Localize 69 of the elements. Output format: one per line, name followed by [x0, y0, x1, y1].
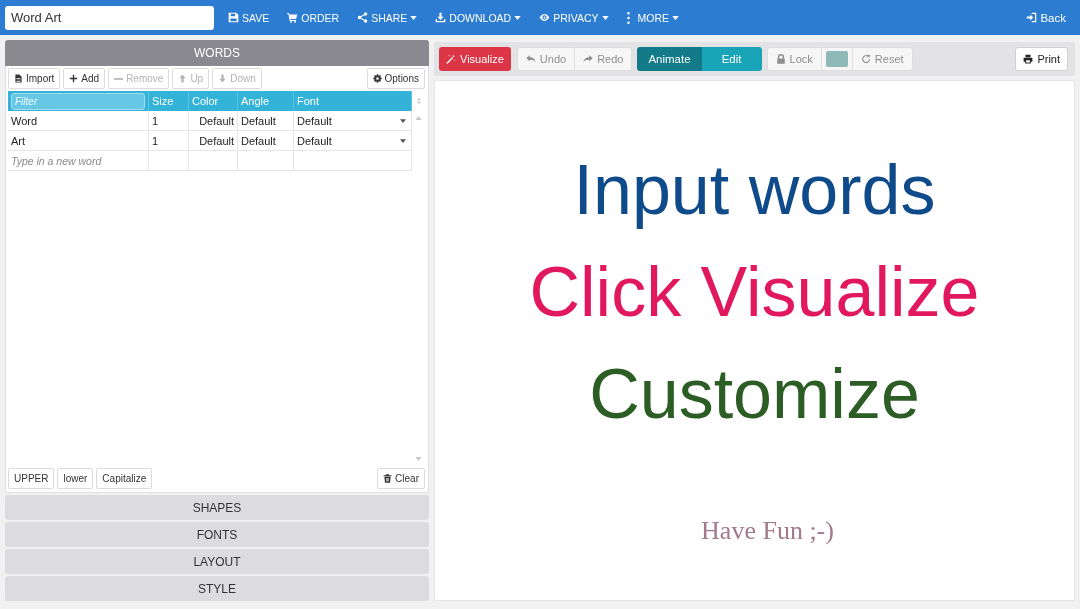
clear-button[interactable]: Clear [377, 468, 425, 489]
caret-icon [514, 15, 522, 20]
file-icon [14, 74, 23, 83]
table-cell: Default [189, 111, 238, 130]
canvas-text: Click Visualize [529, 252, 980, 333]
canvas-text: Have Fun ;-) [701, 516, 834, 546]
door-arrow-icon [1026, 12, 1038, 23]
more-button[interactable]: MORE [617, 0, 688, 35]
caret-icon [400, 118, 406, 123]
caret-icon [601, 15, 609, 20]
table-cell: 1 [149, 111, 189, 130]
circular-arrow-icon [860, 54, 871, 64]
settings-icon [372, 74, 382, 83]
caret-icon [410, 15, 418, 20]
case-button[interactable]: Capitalize [96, 468, 153, 489]
arrow-up-icon [178, 74, 188, 83]
vertical-dots-icon [626, 11, 630, 24]
plus-icon [69, 74, 79, 83]
canvas-text: Customize [589, 354, 920, 435]
options-button[interactable]: Options [366, 68, 425, 89]
arrow-down-icon [218, 74, 228, 83]
color-button[interactable] [821, 47, 853, 71]
up-down-arrows-icon [415, 97, 422, 105]
filter-field[interactable]: Filter [11, 92, 145, 110]
column-header: Size [149, 91, 189, 111]
mode-tab[interactable]: Edit [701, 47, 762, 71]
title-field[interactable]: Word Art [5, 5, 214, 30]
share-icon [357, 12, 369, 23]
section-header[interactable]: LAYOUT [5, 549, 429, 574]
caret-icon [400, 138, 406, 143]
magic-wand-icon [446, 54, 456, 64]
printer-icon [1023, 54, 1034, 64]
minus-icon [114, 77, 124, 80]
new-word-field[interactable]: Type in a new word [11, 154, 145, 167]
order-button[interactable]: ORDER [278, 0, 349, 35]
trash-icon [383, 474, 393, 483]
import-button[interactable]: Import [8, 68, 61, 89]
section-header[interactable]: FONTS [5, 522, 429, 547]
mode-tab[interactable]: Animate [637, 47, 702, 71]
visualize-button[interactable]: Visualize [439, 47, 511, 71]
back-button[interactable]: Back [1017, 0, 1075, 35]
eye-icon [539, 12, 551, 23]
add-button[interactable]: Add [63, 68, 106, 89]
share-button[interactable]: SHARE [348, 0, 427, 35]
privacy-button[interactable]: PRIVACY [530, 0, 618, 35]
undo-icon [525, 54, 536, 64]
print-button[interactable]: Print [1015, 47, 1068, 71]
save-icon [228, 12, 239, 23]
lock-icon [775, 54, 786, 64]
section-header[interactable]: STYLE [5, 576, 429, 601]
section-header[interactable]: WORDS [5, 40, 429, 66]
column-header: Angle [238, 91, 294, 111]
canvas-text: Input words [573, 150, 936, 231]
download-icon [435, 12, 447, 23]
column-header: Color [189, 91, 238, 111]
case-button[interactable]: UPPER [8, 468, 55, 489]
section-header[interactable]: SHAPES [5, 495, 429, 520]
table-cell: Default [238, 111, 294, 130]
redo-icon [583, 54, 594, 64]
table-cell: 1 [149, 131, 189, 150]
table-cell: Art [8, 131, 149, 150]
table-cell: Default [189, 131, 238, 150]
download-button[interactable]: DOWNLOAD [426, 0, 531, 35]
cart-icon [287, 12, 299, 23]
case-button[interactable]: lower [57, 468, 94, 489]
table-cell: Default [238, 131, 294, 150]
caret-icon [672, 15, 679, 20]
table-cell: Word [8, 111, 149, 130]
save-button[interactable]: SAVE [219, 0, 279, 35]
